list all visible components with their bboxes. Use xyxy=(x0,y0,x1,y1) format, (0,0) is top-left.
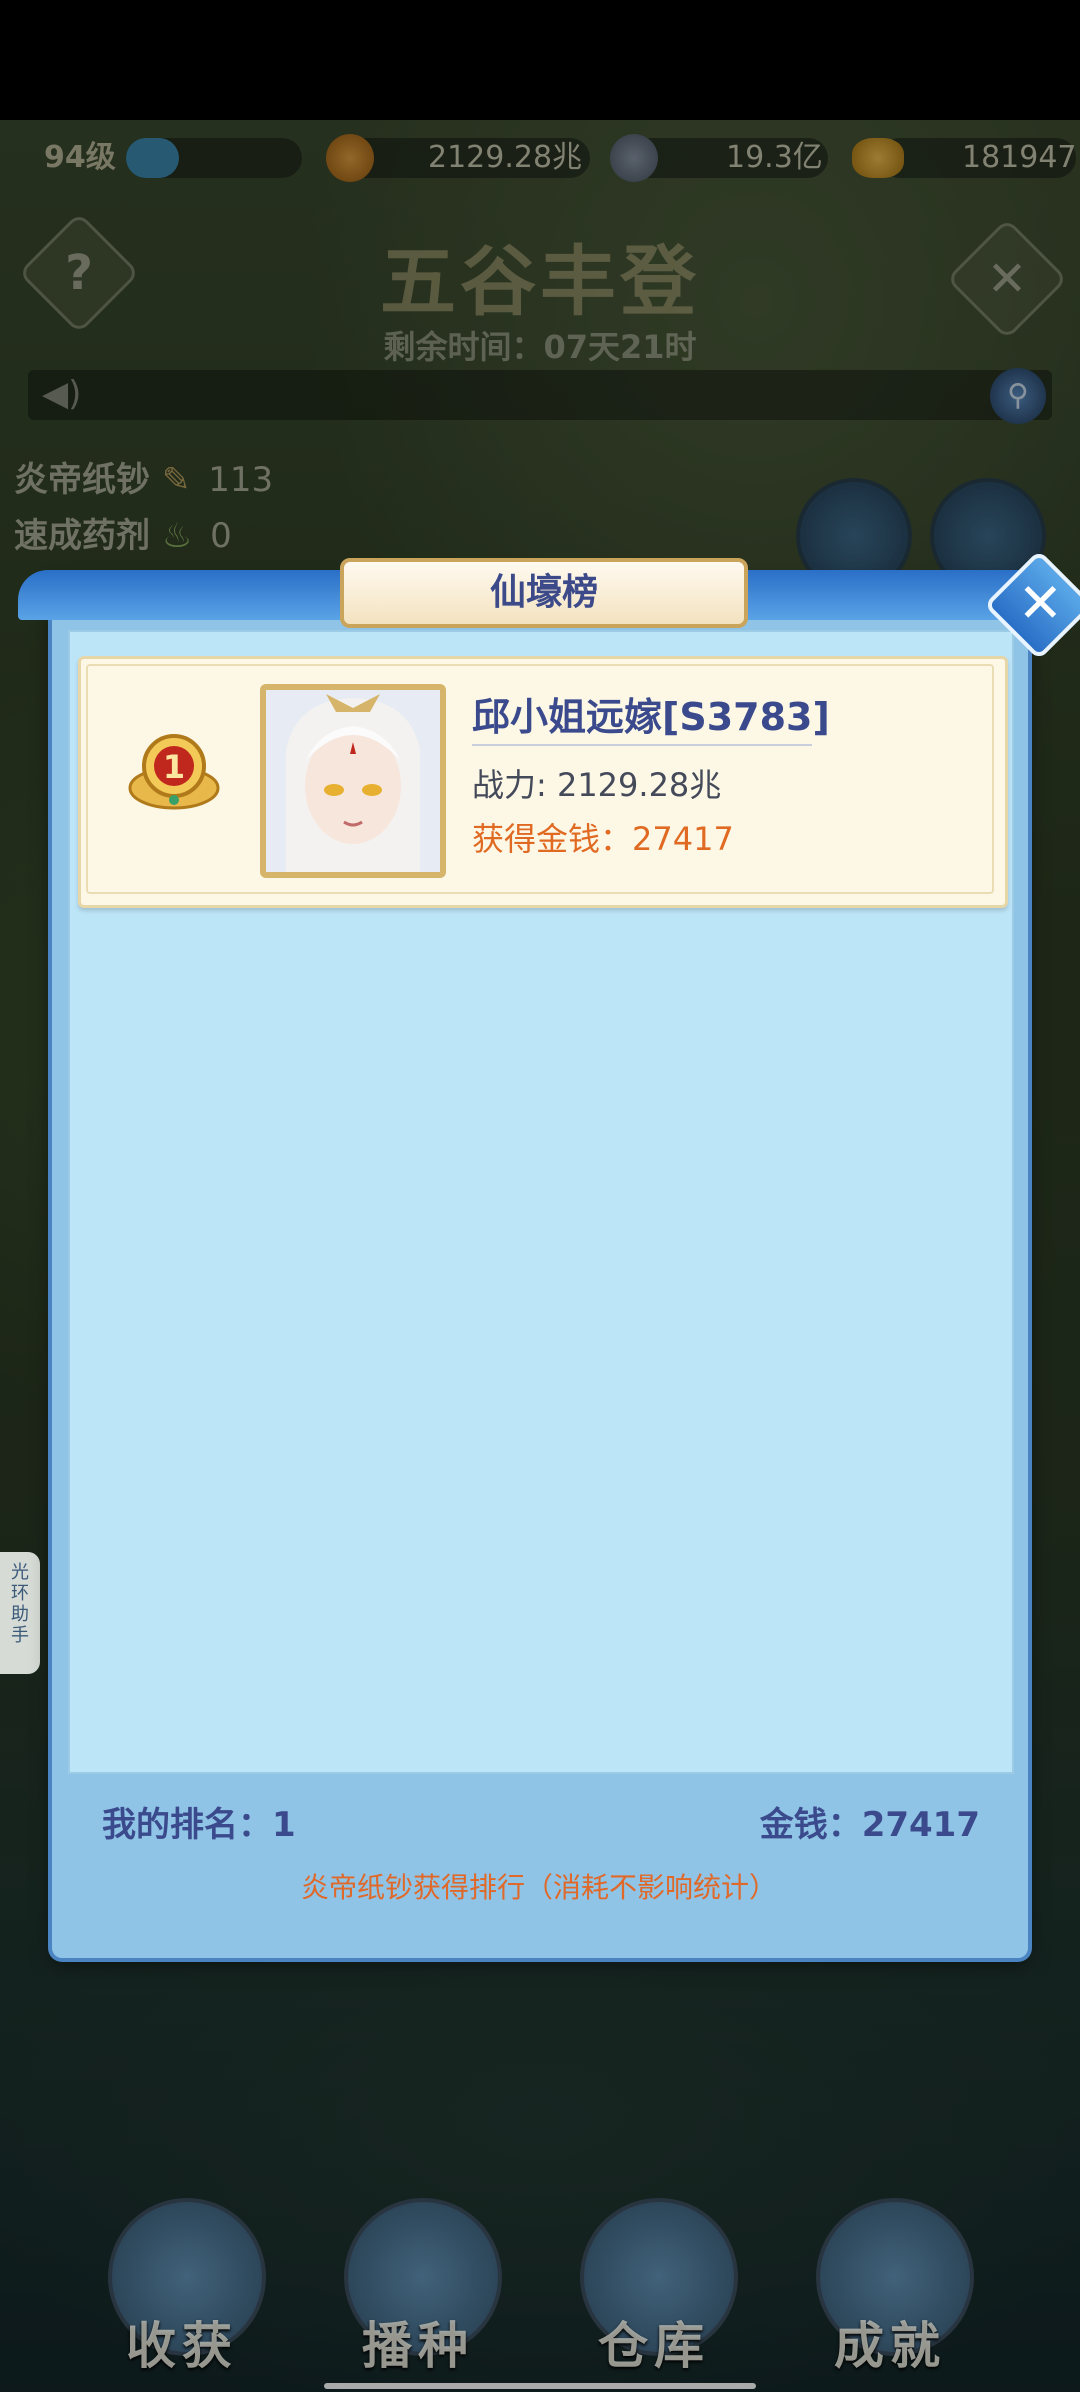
player-avatar[interactable] xyxy=(260,684,446,878)
player-power: 战力: 2129.28兆 xyxy=(472,766,722,804)
halo-assistant-tab[interactable]: 光环助手 xyxy=(0,1552,40,1674)
ranking-note: 炎帝纸钞获得排行（消耗不影响统计） xyxy=(300,1871,777,1904)
side-tab-label: 光环助手 xyxy=(11,1562,29,1646)
avatar-portrait-icon xyxy=(266,690,440,872)
warehouse-label: 仓库 xyxy=(598,2317,710,2375)
rank-1-medal-icon: 1 xyxy=(128,734,220,810)
player-gold-earned: 获得金钱：27417 xyxy=(472,820,734,858)
sow-label: 播种 xyxy=(362,2317,474,2375)
my-rank: 我的排名：1 xyxy=(102,1805,296,1845)
home-indicator[interactable] xyxy=(324,2383,756,2389)
rank-number: 1 xyxy=(163,748,185,786)
close-icon: ✕ xyxy=(1017,571,1064,635)
my-money: 金钱：27417 xyxy=(759,1805,980,1845)
name-divider xyxy=(472,744,812,746)
achievement-label: 成就 xyxy=(834,2317,946,2375)
harvest-label: 收获 xyxy=(126,2317,238,2375)
modal-title: 仙壕榜 xyxy=(340,558,748,628)
player-name: 邱小姐远嫁[S3783] xyxy=(472,695,830,739)
